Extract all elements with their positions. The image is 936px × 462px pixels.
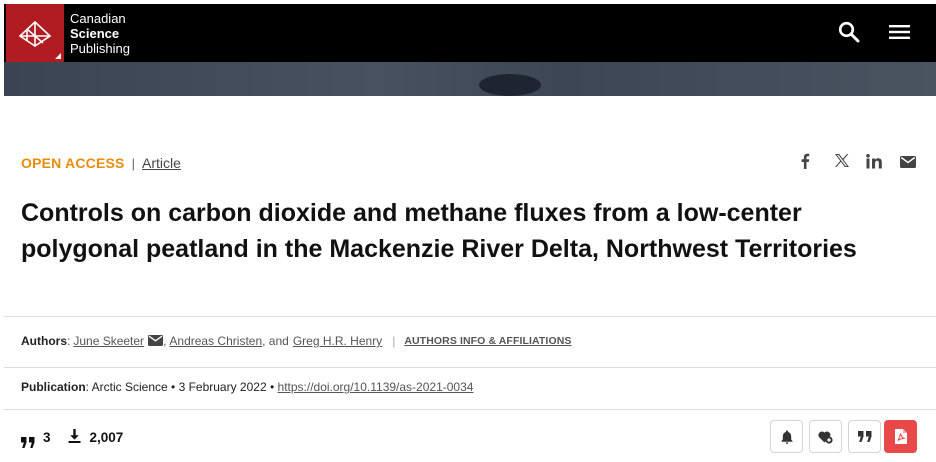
quote-icon [857, 431, 871, 442]
page-frame: Canadian Science Publishing OPEN ACCESS … [4, 4, 936, 462]
logo-mark-icon [18, 20, 52, 47]
authors-row: Authors : June Skeeter , Andreas Christe… [21, 334, 572, 348]
top-navigation-bar: Canadian Science Publishing [4, 4, 936, 62]
brand-line-3: Publishing [70, 41, 130, 56]
open-access-badge: OPEN ACCESS [21, 155, 125, 171]
search-icon[interactable] [838, 21, 860, 48]
cite-button[interactable] [848, 420, 881, 453]
divider [4, 316, 936, 317]
divider [4, 367, 936, 368]
hero-banner-image [4, 62, 936, 96]
favorite-button[interactable] [809, 420, 842, 453]
banner-shape [479, 74, 541, 96]
publication-journal-date: : Arctic Science • 3 February 2022 • [85, 380, 275, 394]
linkedin-icon[interactable] [866, 154, 883, 173]
download-count: 2,007 [89, 430, 124, 445]
alert-button[interactable] [770, 420, 803, 453]
logo-corner-mark [55, 53, 61, 59]
article-type-row: OPEN ACCESS | Article [21, 154, 181, 172]
email-icon[interactable] [900, 155, 916, 172]
pdf-button[interactable] [884, 420, 917, 453]
brand-line-2: Science [70, 26, 120, 41]
author-link-henry[interactable]: Greg H.R. Henry [293, 334, 382, 348]
article-metrics: 3 2,007 [21, 429, 124, 448]
author-link-christen[interactable]: Andreas Christen [169, 334, 262, 348]
doi-link[interactable]: https://doi.org/10.1139/as-2021-0034 [278, 380, 474, 394]
article-title: Controls on carbon dioxide and methane f… [21, 199, 857, 263]
pdf-icon [894, 429, 907, 444]
bell-icon [781, 430, 792, 444]
csp-logo[interactable] [6, 4, 64, 62]
authors-label: Authors [21, 334, 67, 348]
author-and: , and [262, 334, 289, 348]
brand-line-1: Canadian [70, 11, 126, 26]
download-icon [68, 429, 81, 446]
authors-separator: | [392, 334, 396, 348]
author-comma: , [163, 334, 167, 348]
publication-label: Publication [21, 380, 86, 394]
divider [4, 409, 936, 410]
authors-colon: : [67, 334, 71, 348]
author-link-skeeter[interactable]: June Skeeter [73, 334, 144, 348]
corresponding-email-icon[interactable] [148, 335, 164, 349]
citation-count[interactable]: 3 [43, 430, 51, 445]
publication-row: Publication: Arctic Science • 3 February… [21, 380, 473, 394]
hamburger-menu-icon[interactable] [889, 24, 911, 45]
quote-icon [21, 435, 35, 448]
x-twitter-icon[interactable] [834, 153, 849, 172]
heart-add-icon [818, 431, 833, 444]
brand-name[interactable]: Canadian Science Publishing [70, 11, 130, 56]
article-type-link[interactable]: Article [142, 155, 181, 171]
authors-info-affiliations-link[interactable]: AUTHORS INFO & AFFILIATIONS [404, 335, 571, 347]
type-separator: | [131, 155, 135, 171]
facebook-icon[interactable] [800, 153, 810, 173]
